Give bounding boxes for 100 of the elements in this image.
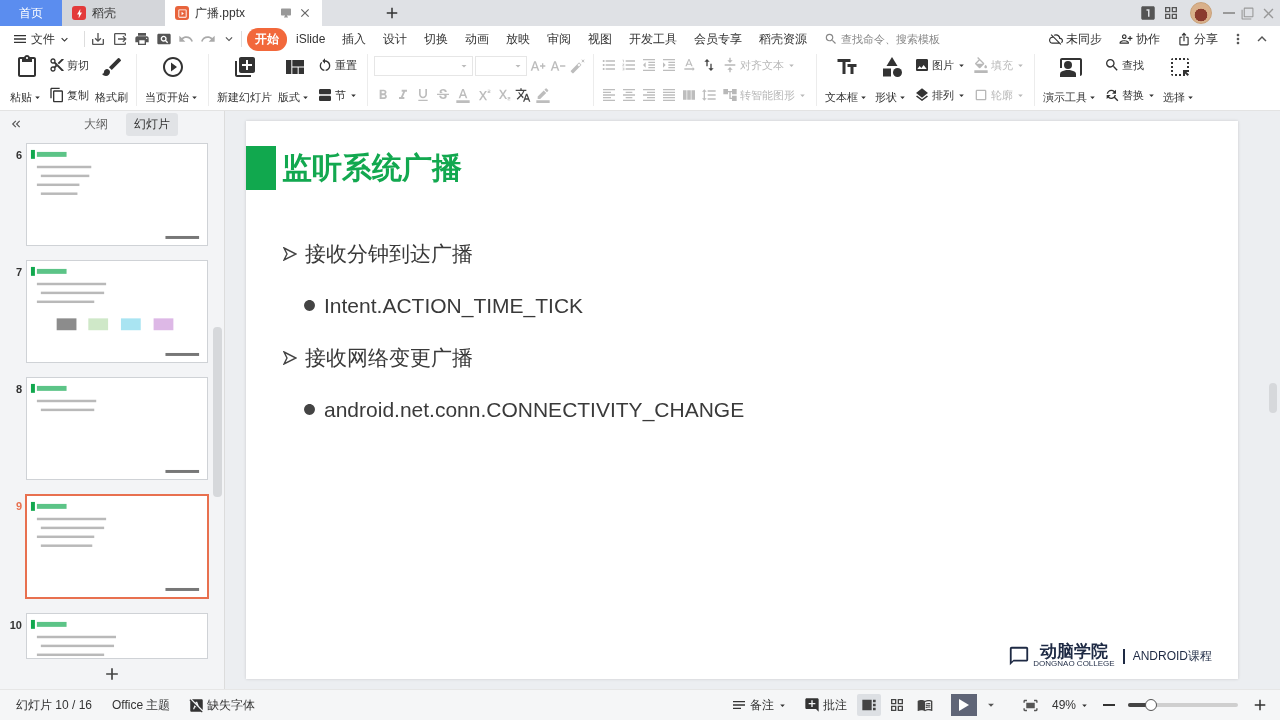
- format-button[interactable]: [514, 86, 532, 104]
- slide-thumbnail[interactable]: [26, 260, 208, 363]
- ribbon-button[interactable]: 节: [315, 86, 361, 104]
- fill-icon: [973, 57, 989, 73]
- new-slide-icon: [232, 55, 257, 79]
- slide-thumbnail[interactable]: [25, 494, 209, 599]
- line-spacing-icon: [701, 87, 717, 103]
- ribbon-tab[interactable]: 放映: [498, 27, 539, 51]
- indent-decrease-icon: [641, 57, 657, 73]
- search-icon: [824, 32, 839, 46]
- underline-icon: [415, 87, 431, 103]
- copy-icon: [49, 87, 65, 103]
- share-icon: [1177, 32, 1191, 46]
- bullet-text: android.net.conn.CONNECTIVITY_CHANGE: [324, 397, 745, 422]
- view-button[interactable]: [856, 694, 881, 716]
- grid-icon: [888, 697, 905, 713]
- notes-button[interactable]: 备注: [724, 696, 794, 714]
- align-left-icon: [601, 87, 617, 103]
- file-menu[interactable]: 文件: [4, 27, 79, 51]
- ribbon-button[interactable]: 粘贴: [8, 54, 45, 106]
- scissors-icon: [49, 57, 65, 73]
- slide-thumbnail[interactable]: [26, 143, 208, 246]
- ribbon-tab[interactable]: 会员专享: [686, 27, 751, 51]
- ribbon-tab[interactable]: 审阅: [539, 27, 580, 51]
- panel-tab[interactable]: 幻灯片: [126, 112, 178, 136]
- reset-icon: [317, 57, 333, 73]
- smart-art-icon: [722, 87, 738, 103]
- columns-icon: [681, 87, 697, 103]
- ribbon-button[interactable]: 选择: [1161, 54, 1198, 106]
- save-icon: [90, 31, 106, 47]
- missing-fonts-button[interactable]: 缺失字体: [182, 696, 261, 714]
- font-larger-icon: [530, 58, 546, 74]
- play-icon: [958, 699, 969, 711]
- document-tab[interactable]: 稻壳: [62, 0, 165, 26]
- logo-name: 动脑学院: [1039, 643, 1108, 661]
- command-search-field[interactable]: 查找命令、搜索模板: [824, 32, 954, 46]
- minimize-icon: [1223, 12, 1235, 14]
- action-button[interactable]: 分享: [1169, 27, 1226, 51]
- bullet-list-icon: [601, 57, 617, 73]
- avatar[interactable]: [1190, 2, 1212, 24]
- comment-icon: [803, 697, 820, 713]
- slide-counter: 幻灯片 10 / 16: [15, 696, 94, 714]
- ribbon-button[interactable]: 形状: [873, 54, 910, 106]
- slide-number: 6: [14, 148, 22, 161]
- slide-number: 8: [14, 382, 22, 395]
- bullet-text: Intent.ACTION_TIME_TICK: [324, 293, 584, 318]
- ribbon-button[interactable]: 复制: [47, 86, 91, 104]
- phonetic-icon: [515, 87, 531, 103]
- monitor-icon: [280, 7, 292, 19]
- ribbon-button[interactable]: 排列: [912, 86, 969, 104]
- ribbon-button[interactable]: 替换: [1102, 86, 1159, 104]
- ribbon-button[interactable]: 剪切: [47, 56, 91, 74]
- ribbon-tab[interactable]: 插入: [334, 27, 375, 51]
- indent-increase-icon: [661, 57, 677, 73]
- action-button[interactable]: 协作: [1111, 27, 1168, 51]
- ribbon-button[interactable]: 文本框: [823, 54, 871, 106]
- theme-name: Office 主题: [111, 696, 172, 714]
- person-add-icon: [1119, 32, 1133, 46]
- ribbon-tab[interactable]: iSlide: [288, 29, 334, 49]
- document-tab[interactable]: 广播.pptx: [165, 0, 322, 26]
- printer-icon: [134, 31, 150, 47]
- slide-number: 7: [14, 265, 22, 278]
- action-button[interactable]: 未同步: [1041, 27, 1110, 51]
- ribbon-tab[interactable]: 动画: [457, 27, 498, 51]
- ribbon-button[interactable]: 版式: [276, 54, 313, 106]
- scrollbar[interactable]: [213, 327, 222, 497]
- export-icon: [112, 31, 128, 47]
- layers-icon: [914, 87, 930, 103]
- ribbon-tab[interactable]: 开发工具: [621, 27, 686, 51]
- slider-thumb[interactable]: [1145, 699, 1158, 711]
- ribbon-button[interactable]: 新建幻灯片: [215, 54, 274, 106]
- panel-tab[interactable]: 大纲: [76, 112, 116, 136]
- bullet-text: 接收网络变更广播: [305, 344, 473, 371]
- comments-button[interactable]: 批注: [797, 696, 853, 714]
- normal-view-icon: [860, 697, 877, 713]
- dot-bullet-icon: [303, 299, 316, 312]
- ribbon-button[interactable]: 演示工具: [1041, 54, 1100, 106]
- arrow-bullet-icon: [283, 350, 297, 365]
- slide-title: 监听系统广播: [282, 149, 462, 186]
- slide-thumbnail[interactable]: [26, 613, 208, 659]
- logo-subtitle: DONGNAO COLLEGE: [1033, 660, 1115, 669]
- ribbon-tab[interactable]: 设计: [375, 27, 416, 51]
- ribbon-button[interactable]: 图片: [912, 56, 969, 74]
- ribbon-tab[interactable]: 切换: [416, 27, 457, 51]
- number-one-icon: [1139, 4, 1157, 22]
- ribbon-tab[interactable]: 视图: [580, 27, 621, 51]
- zoom-level-button[interactable]: 49%: [1045, 698, 1096, 712]
- ribbon-button[interactable]: 当页开始: [143, 54, 202, 106]
- slide-number: 9: [14, 499, 22, 512]
- ribbon-button[interactable]: 查找: [1102, 56, 1159, 74]
- presentation-file-icon: [175, 6, 189, 20]
- close-icon: [298, 6, 312, 20]
- ribbon-button[interactable]: 格式刷: [93, 54, 130, 106]
- ribbon-button[interactable]: 重置: [315, 56, 361, 74]
- ribbon-tab[interactable]: 稻壳资源: [751, 27, 816, 51]
- slide-thumbnail[interactable]: [26, 377, 208, 480]
- slideshow-button[interactable]: [950, 694, 977, 716]
- arrow-bullet-icon: [283, 246, 297, 261]
- font-smaller-icon: [550, 58, 566, 74]
- align-right-icon: [641, 87, 657, 103]
